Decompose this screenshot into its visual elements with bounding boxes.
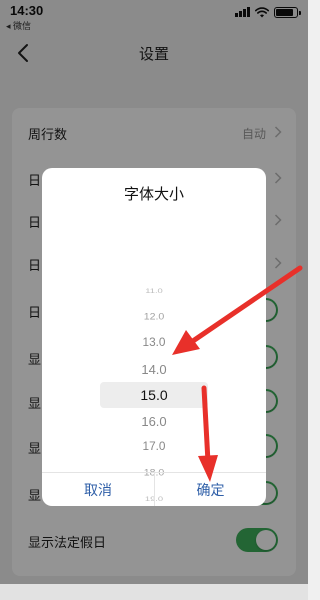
picker-option[interactable]: 14.0 (42, 361, 266, 378)
dialog-footer: 取消 确定 (42, 472, 266, 506)
picker-option[interactable]: 17.0 (42, 439, 266, 455)
picker-option-selected[interactable]: 15.0 (42, 386, 266, 404)
bottom-section-edge (0, 584, 308, 600)
font-size-dialog: 字体大小 11.0 12.0 13.0 14.0 15.0 16.0 17.0 18.0 19.… (42, 168, 266, 506)
picker-option[interactable]: 13.0 (42, 335, 266, 351)
picker-option[interactable]: 12.0 (42, 311, 266, 323)
picker-option[interactable]: 16.0 (42, 413, 266, 430)
dialog-title: 字体大小 (123, 186, 184, 203)
picker-option[interactable]: 11.0 (42, 286, 266, 295)
cancel-button[interactable]: 取消 (42, 473, 154, 506)
confirm-button[interactable]: 确定 (154, 473, 266, 506)
font-size-picker[interactable]: 11.0 12.0 13.0 14.0 15.0 16.0 17.0 18.0 19.0 (42, 222, 266, 503)
